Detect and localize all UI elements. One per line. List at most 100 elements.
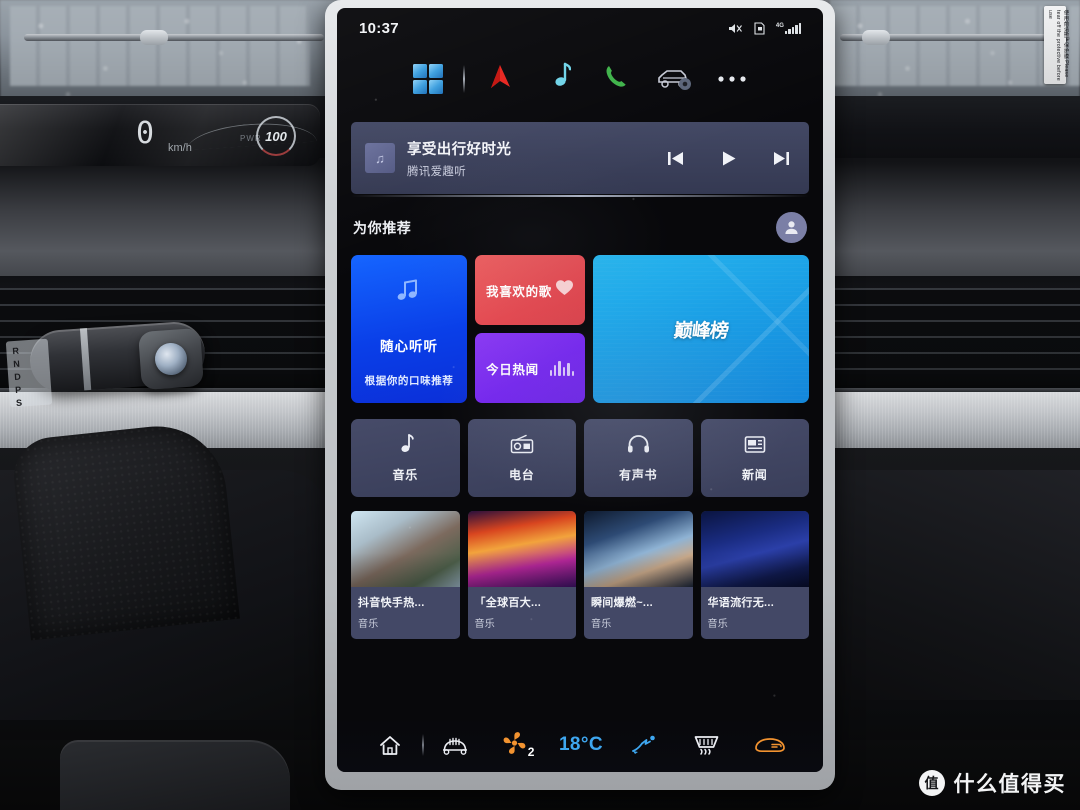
infotainment-screen: 10:37 4G ♫ 享受出行好时光 腾讯爱趣听 为你推荐 随心听听 根据你的口… xyxy=(337,8,823,772)
temperature-value: 18°C xyxy=(558,734,604,755)
dock-item-car-settings[interactable] xyxy=(645,54,703,104)
playlist-category: 音乐 xyxy=(358,619,379,630)
cluster-glare xyxy=(0,104,320,166)
category-label: 有声书 xyxy=(619,468,658,482)
playlist-title: 华语流行无... xyxy=(707,597,775,609)
gear-position-label: RNDPS xyxy=(5,338,53,408)
watermark-logo: 值 xyxy=(918,770,945,796)
tile-title: 随心听听 xyxy=(380,339,438,354)
user-avatar-icon[interactable] xyxy=(776,212,807,243)
temperature-control[interactable]: 18°C xyxy=(550,734,613,756)
play-button[interactable] xyxy=(719,149,738,168)
sim-card-icon[interactable] xyxy=(754,21,765,35)
playlist-card[interactable]: 瞬间爆燃~... 音乐 xyxy=(584,511,693,639)
playlist-card[interactable]: 「全球百大... 音乐 xyxy=(467,511,576,639)
playlist-cover xyxy=(700,511,809,587)
air-vent-right xyxy=(830,288,1080,374)
floor-mat xyxy=(60,740,290,810)
main-content: ♫ 享受出行好时光 腾讯爱趣听 为你推荐 随心听听 根据你的口味推荐 我喜欢的歌… xyxy=(337,110,823,718)
watermark: 值 什么值得买 xyxy=(918,768,1067,798)
mute-icon[interactable] xyxy=(728,22,743,35)
fan-level-value: 2 xyxy=(527,744,535,759)
category-news[interactable]: 新闻 xyxy=(700,419,809,497)
dock-item-music[interactable] xyxy=(529,54,587,104)
playlist-cover xyxy=(351,511,460,587)
vent-slats xyxy=(830,288,1080,374)
now-playing-bar[interactable]: ♫ 享受出行好时光 腾讯爱趣听 xyxy=(351,122,809,197)
recommend-tiles: 随心听听 根据你的口味推荐 我喜欢的歌 今日热闻 巅峰榜 xyxy=(351,255,809,403)
now-playing-divider xyxy=(351,195,809,197)
fan-speed-button[interactable]: 2 xyxy=(487,731,550,760)
windshield-defrost-button[interactable] xyxy=(738,735,801,755)
previous-track-button[interactable] xyxy=(666,149,685,168)
tile-my-favorite-songs[interactable]: 我喜欢的歌 xyxy=(475,255,585,325)
music-note-icon xyxy=(545,62,572,97)
news-icon xyxy=(744,433,766,455)
playlist-card[interactable]: 抖音快手热... 音乐 xyxy=(351,511,460,639)
status-clock: 10:37 xyxy=(359,19,399,37)
recommend-section-header: 为你推荐 xyxy=(353,212,807,243)
album-art: ♫ xyxy=(365,143,395,173)
category-audiobook[interactable]: 有声书 xyxy=(584,419,693,497)
tile-suixin-tingting[interactable]: 随心听听 根据你的口味推荐 xyxy=(351,255,467,403)
tile-subtitle: 根据你的口味推荐 xyxy=(364,375,454,387)
category-buttons: 音乐 电台 有声书 新闻 xyxy=(351,419,809,497)
playlist-category: 音乐 xyxy=(707,619,729,630)
playlist-cover xyxy=(467,511,576,587)
status-bar: 10:37 4G xyxy=(337,8,823,48)
vent-knob-left xyxy=(140,30,168,45)
playlist-title: 瞬间爆燃~... xyxy=(591,597,653,609)
tile-title: 今日热闻 xyxy=(486,362,539,377)
airflow-direction-button[interactable] xyxy=(612,734,675,756)
double-music-note-icon xyxy=(394,279,424,313)
waveform-icon xyxy=(549,360,574,376)
music-note-icon: ♫ xyxy=(375,150,385,166)
stalk-chrome-ring xyxy=(79,328,92,391)
app-dock xyxy=(337,48,823,110)
signal-4g-icon[interactable]: 4G xyxy=(775,22,801,34)
climate-control-bar: 2 18°C xyxy=(337,718,823,772)
playlist-title: 抖音快手热... xyxy=(358,597,425,609)
dock-item-apps[interactable] xyxy=(399,54,457,104)
fan-icon xyxy=(502,731,527,760)
apps-grid-icon xyxy=(413,64,443,94)
category-label: 音乐 xyxy=(392,468,419,482)
tile-today-hot-news[interactable]: 今日热闻 xyxy=(475,333,585,403)
playlist-cards: 抖音快手热... 音乐 「全球百大... 音乐 瞬间爆燃~... 音乐 华语流行… xyxy=(351,511,809,639)
playlist-category: 音乐 xyxy=(474,619,496,630)
category-label: 电台 xyxy=(508,468,535,482)
tile-title: 我喜欢的歌 xyxy=(486,284,553,299)
protective-film-sticker: 使用前请撕下保护膜 Please tear off the protective… xyxy=(1044,6,1069,84)
now-playing-subtitle: 腾讯爱趣听 xyxy=(407,165,466,178)
more-icon xyxy=(717,70,747,88)
section-title: 为你推荐 xyxy=(353,219,412,236)
phone-icon xyxy=(602,63,630,96)
now-playing-title: 享受出行好时光 xyxy=(407,141,512,158)
sticker-text: 使用前请撕下保护膜 Please tear off the protective… xyxy=(1047,10,1069,81)
tile-peak-chart[interactable]: 巅峰榜 xyxy=(593,255,809,403)
category-music[interactable]: 音乐 xyxy=(351,419,460,497)
tile-title: 巅峰榜 xyxy=(672,320,729,342)
vent-knob-right xyxy=(862,30,890,45)
playlist-title: 「全球百大... xyxy=(474,597,542,609)
steering-wheel-rim xyxy=(10,419,240,641)
music-note-icon xyxy=(397,433,414,455)
instrument-cluster: 0 km/h PWR 100 xyxy=(0,104,320,166)
dock-item-more[interactable] xyxy=(703,54,761,104)
network-type-label: 4G xyxy=(775,22,784,29)
playlist-card[interactable]: 华语流行无... 音乐 xyxy=(700,511,809,639)
playlist-cover xyxy=(584,511,693,587)
next-track-button[interactable] xyxy=(772,149,791,168)
playlist-category: 音乐 xyxy=(591,619,612,630)
heart-icon xyxy=(555,279,574,301)
headphones-icon xyxy=(627,433,650,455)
rear-defrost-button[interactable] xyxy=(675,734,738,757)
watermark-text: 什么值得买 xyxy=(953,773,1066,796)
seat-heat-button[interactable] xyxy=(424,733,487,757)
home-button[interactable] xyxy=(359,734,422,757)
vent-adjuster-left xyxy=(24,34,324,41)
dock-item-navigation[interactable] xyxy=(471,54,529,104)
category-radio[interactable]: 电台 xyxy=(467,419,576,497)
dock-item-phone[interactable] xyxy=(587,54,645,104)
category-label: 新闻 xyxy=(741,468,768,482)
